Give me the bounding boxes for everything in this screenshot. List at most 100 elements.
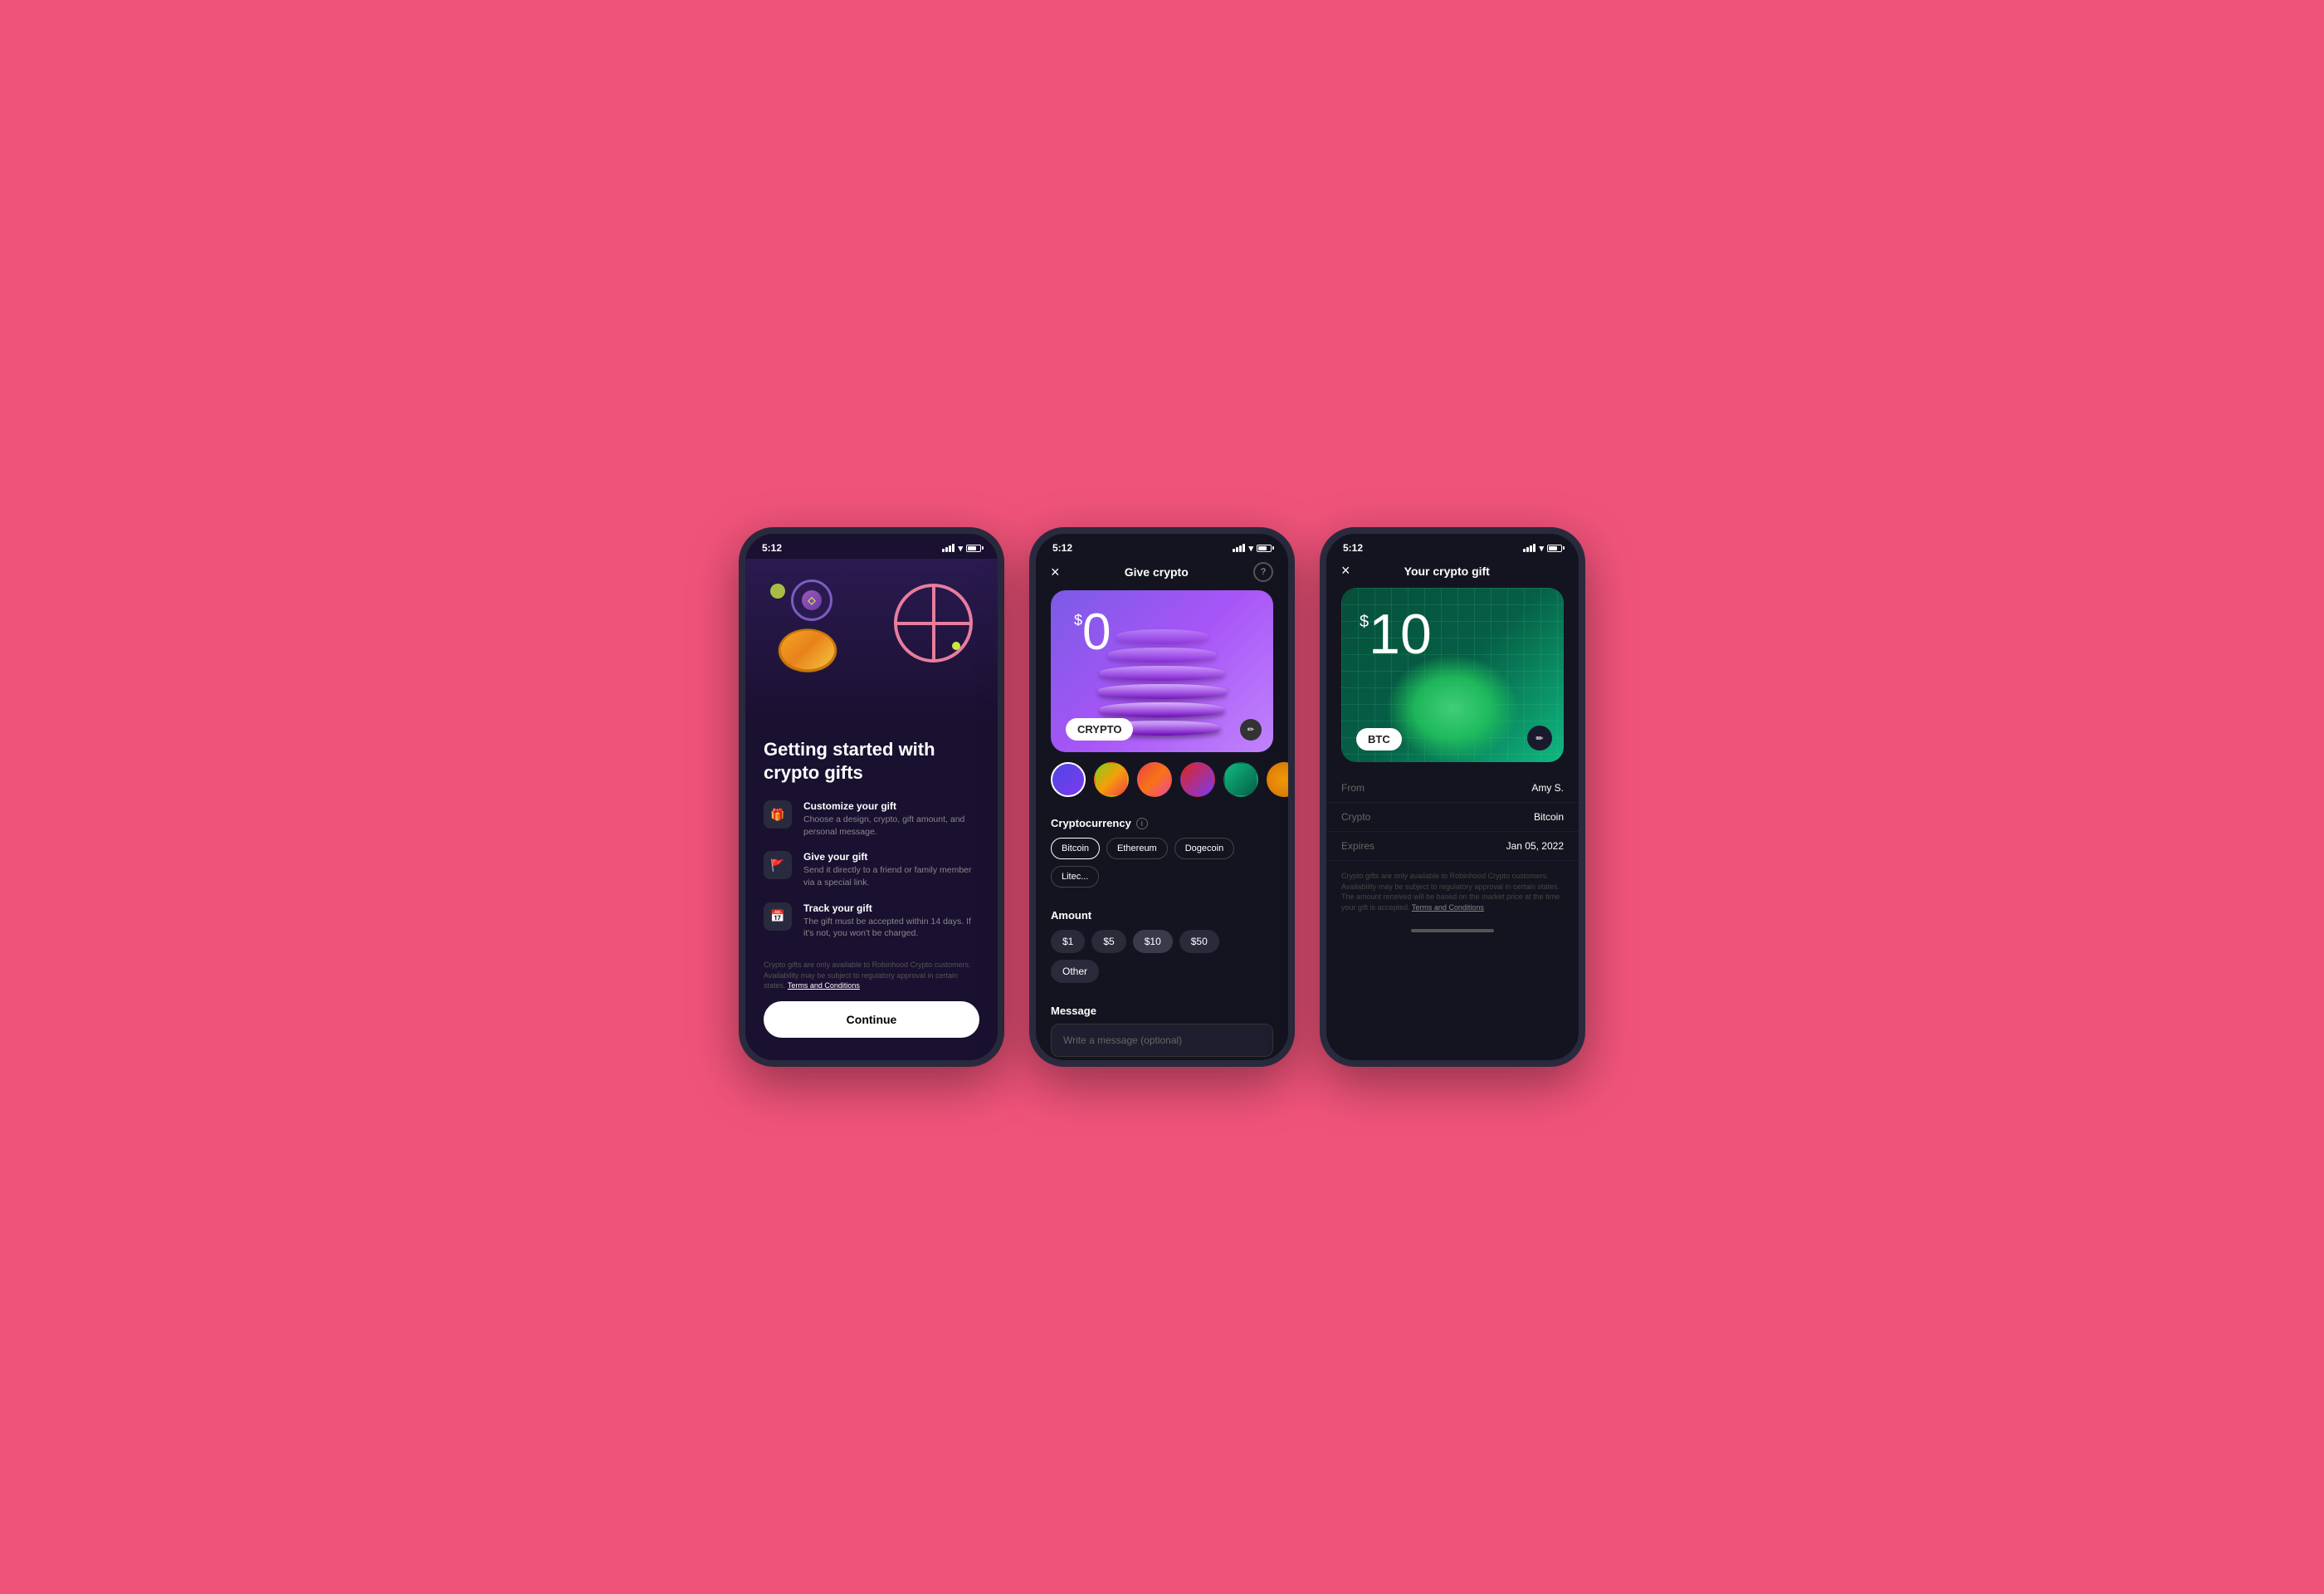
status-icons-3: ▾ bbox=[1523, 543, 1562, 554]
close-button-3[interactable]: × bbox=[1341, 562, 1350, 579]
continue-button[interactable]: Continue bbox=[764, 1001, 979, 1038]
header-title-3: Your crypto gift bbox=[1404, 565, 1490, 578]
theme-circle-5[interactable] bbox=[1223, 762, 1258, 797]
detail-crypto: Crypto Bitcoin bbox=[1326, 803, 1579, 832]
amount-10[interactable]: $10 bbox=[1133, 930, 1173, 953]
detail-from: From Amy S. bbox=[1326, 774, 1579, 803]
theme-circle-1[interactable] bbox=[1051, 762, 1086, 797]
phone-3: 5:12 ▾ × Your crypto gift bbox=[1320, 527, 1585, 1067]
signal-icon-2 bbox=[1233, 544, 1245, 552]
coin-pink bbox=[894, 584, 973, 663]
status-bar-3: 5:12 ▾ bbox=[1326, 534, 1579, 559]
expires-value: Jan 05, 2022 bbox=[1506, 840, 1564, 852]
status-bar-2: 5:12 ▾ bbox=[1036, 534, 1288, 559]
terms-link-1[interactable]: Terms and Conditions bbox=[788, 981, 860, 990]
feature-desc-3: The gift must be accepted within 14 days… bbox=[803, 916, 979, 940]
crypto-label: Crypto bbox=[1341, 811, 1370, 823]
crypto-pill-ethereum[interactable]: Ethereum bbox=[1106, 838, 1168, 859]
close-button-2[interactable]: × bbox=[1051, 564, 1060, 581]
expires-label: Expires bbox=[1341, 840, 1374, 852]
amount-5[interactable]: $5 bbox=[1091, 930, 1125, 953]
btc-label-pill: BTC bbox=[1356, 728, 1402, 751]
wifi-icon: ▾ bbox=[958, 543, 963, 554]
theme-circle-2[interactable] bbox=[1094, 762, 1129, 797]
phone-2: 5:12 ▾ × Give crypto bbox=[1029, 527, 1295, 1067]
flag-icon: 🚩 bbox=[764, 851, 792, 879]
gift-card-area: $ 0 CRYPTO ✏ bbox=[1036, 590, 1288, 762]
phones-container: 5:12 ▾ ◇ bbox=[739, 527, 1585, 1067]
amount-number-2: 0 bbox=[1082, 607, 1111, 658]
gift-card-green: $ 10 BTC ✏ bbox=[1341, 588, 1564, 762]
theme-circle-4[interactable] bbox=[1180, 762, 1215, 797]
theme-circles bbox=[1036, 762, 1288, 807]
calendar-icon: 📅 bbox=[764, 902, 792, 931]
dollar-sign-2: $ bbox=[1074, 612, 1082, 629]
crypto-pills: Bitcoin Ethereum Dogecoin Litec... bbox=[1036, 838, 1288, 899]
gift-amount-3: $ 10 bbox=[1360, 606, 1432, 663]
green-glow bbox=[1386, 654, 1519, 762]
gift-icon: 🎁 bbox=[764, 800, 792, 829]
phone1-content: Getting started with crypto gifts 🎁 Cust… bbox=[745, 725, 998, 1060]
edit-button-2[interactable]: ✏ bbox=[1240, 719, 1262, 741]
phone3-header: × Your crypto gift bbox=[1326, 559, 1579, 588]
coin-green-small bbox=[770, 584, 785, 599]
phone-1: 5:12 ▾ ◇ bbox=[739, 527, 1004, 1067]
home-indicator-3 bbox=[1411, 929, 1494, 932]
from-value: Amy S. bbox=[1531, 782, 1564, 794]
theme-circle-3[interactable] bbox=[1137, 762, 1172, 797]
wifi-icon-2: ▾ bbox=[1248, 543, 1253, 554]
crypto-value: Bitcoin bbox=[1534, 811, 1564, 823]
message-input[interactable]: Write a message (optional) bbox=[1051, 1024, 1273, 1057]
coin-circle-inner: ◇ bbox=[802, 590, 822, 610]
signal-icon bbox=[942, 544, 954, 552]
battery-icon-2 bbox=[1257, 545, 1272, 552]
time-3: 5:12 bbox=[1343, 542, 1363, 554]
feature-title-3: Track your gift bbox=[803, 902, 979, 914]
theme-circle-6[interactable] bbox=[1267, 762, 1288, 797]
crypto-pill-dogecoin[interactable]: Dogecoin bbox=[1174, 838, 1234, 859]
crypto-label-pill: CRYPTO bbox=[1066, 718, 1133, 741]
detail-expires: Expires Jan 05, 2022 bbox=[1326, 832, 1579, 861]
battery-icon bbox=[966, 545, 981, 552]
feature-title-2: Give your gift bbox=[803, 851, 979, 863]
feature-desc-2: Send it directly to a friend or family m… bbox=[803, 864, 979, 888]
status-icons-1: ▾ bbox=[942, 543, 981, 554]
gift-amount-2: $ 0 bbox=[1074, 607, 1111, 658]
amount-section-label: Amount bbox=[1036, 909, 1288, 930]
feature-give: 🚩 Give your gift Send it directly to a f… bbox=[764, 851, 979, 888]
from-label: From bbox=[1341, 782, 1365, 794]
crypto-pill-bitcoin[interactable]: Bitcoin bbox=[1051, 838, 1100, 859]
amount-50[interactable]: $50 bbox=[1179, 930, 1219, 953]
feature-desc-1: Choose a design, crypto, gift amount, an… bbox=[803, 814, 979, 838]
status-bar-1: 5:12 ▾ bbox=[745, 534, 998, 559]
feature-title-1: Customize your gift bbox=[803, 800, 979, 812]
status-icons-2: ▾ bbox=[1233, 543, 1272, 554]
terms-link-3[interactable]: Terms and Conditions bbox=[1412, 903, 1484, 912]
header-title-2: Give crypto bbox=[1125, 565, 1189, 579]
dollar-sign-3: $ bbox=[1360, 613, 1369, 632]
amount-pills: $1 $5 $10 $50 Other bbox=[1036, 930, 1288, 995]
wifi-icon-3: ▾ bbox=[1539, 543, 1544, 554]
help-button[interactable]: ? bbox=[1253, 562, 1273, 582]
coin-green-dot bbox=[952, 642, 960, 650]
coin-circle: ◇ bbox=[791, 579, 832, 621]
feature-customize: 🎁 Customize your gift Choose a design, c… bbox=[764, 800, 979, 838]
page-title: Getting started with crypto gifts bbox=[764, 738, 979, 784]
amount-other[interactable]: Other bbox=[1051, 960, 1099, 983]
disclaimer-1: Crypto gifts are only available to Robin… bbox=[764, 960, 979, 991]
gift-card-2: $ 0 CRYPTO ✏ bbox=[1051, 590, 1273, 752]
signal-icon-3 bbox=[1523, 544, 1536, 552]
edit-button-3[interactable]: ✏ bbox=[1527, 726, 1552, 751]
hero-illustration: ◇ bbox=[745, 559, 998, 725]
time-1: 5:12 bbox=[762, 542, 782, 554]
time-2: 5:12 bbox=[1052, 542, 1072, 554]
feature-track: 📅 Track your gift The gift must be accep… bbox=[764, 902, 979, 940]
phone2-header: × Give crypto ? bbox=[1036, 559, 1288, 590]
message-label: Message bbox=[1051, 1005, 1273, 1017]
crypto-label-text: CRYPTO bbox=[1077, 723, 1121, 736]
crypto-pill-litecoin[interactable]: Litec... bbox=[1051, 866, 1099, 887]
disclaimer-3: Crypto gifts are only available to Robin… bbox=[1326, 861, 1579, 922]
crypto-section-label: Cryptocurrency i bbox=[1036, 817, 1288, 838]
amount-1[interactable]: $1 bbox=[1051, 930, 1085, 953]
info-icon[interactable]: i bbox=[1136, 818, 1148, 829]
